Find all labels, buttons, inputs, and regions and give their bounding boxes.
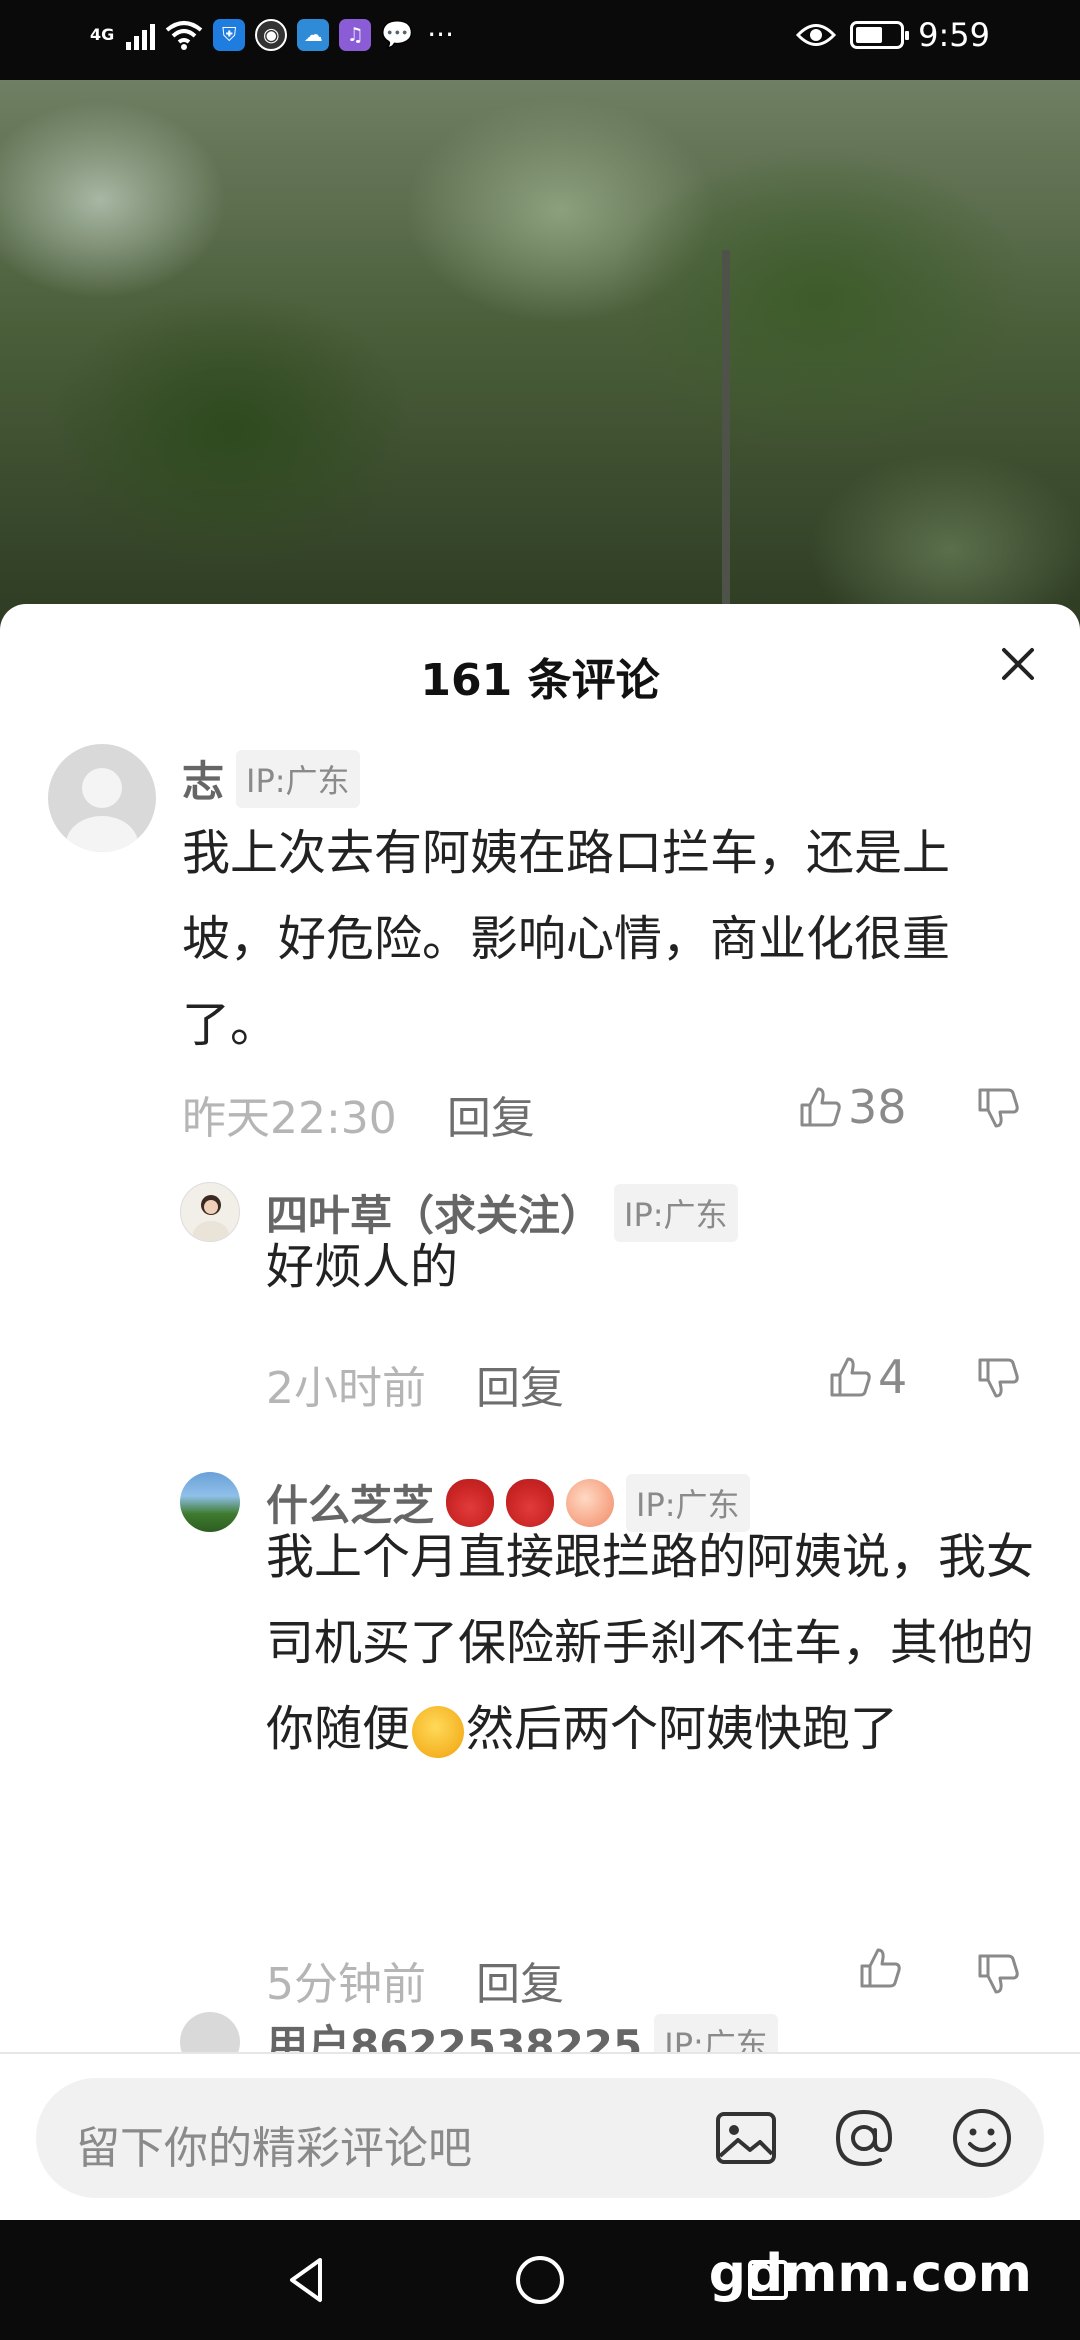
- comment-header: 志 IP:广东: [182, 748, 360, 809]
- username[interactable]: 志: [182, 748, 224, 809]
- rolling-laughing-emoji: [412, 1706, 465, 1758]
- avatar[interactable]: [180, 1472, 240, 1532]
- thumbs-down-icon[interactable]: [976, 1356, 1020, 1400]
- thumbs-up-icon: [830, 1357, 871, 1397]
- shield-app-icon: ⛨: [213, 18, 246, 51]
- thumbs-down-icon[interactable]: [976, 1086, 1020, 1130]
- comment-text: 我上次去有阿姨在路口拦车，还是上坡，好危险。影响心情，商业化很重了。: [182, 825, 951, 1053]
- mention-icon[interactable]: [830, 2104, 898, 2172]
- comment-item: 志 IP:广东 我上次去有阿姨在路口拦车，还是上坡，好危险。影响心情，商业化很重…: [0, 734, 1080, 1164]
- network-type: 4G: [90, 25, 115, 44]
- username[interactable]: 用户8622538225: [266, 2012, 642, 2054]
- like-button[interactable]: 4: [828, 1350, 907, 1404]
- like-count: 4: [878, 1350, 908, 1404]
- status-right: 9:59: [796, 16, 990, 54]
- comment-input[interactable]: 留下你的精彩评论吧: [36, 2078, 1044, 2198]
- thumbs-down-icon[interactable]: [976, 1952, 1020, 1996]
- ip-location-badge: IP:广东: [654, 2013, 778, 2054]
- home-icon[interactable]: [512, 2252, 568, 2308]
- like-button[interactable]: [858, 1946, 908, 1990]
- browser-app-icon: ◉: [255, 18, 288, 51]
- comment-text: 好烦人的: [266, 1239, 459, 1295]
- comment-input-placeholder: 留下你的精彩评论吧: [76, 2123, 472, 2174]
- like-count: 38: [848, 1080, 907, 1134]
- watermark: gdmm.com: [708, 2244, 1032, 2304]
- cloud-app-icon: ☁: [297, 18, 330, 51]
- reply-button[interactable]: 回复: [447, 1082, 535, 1146]
- clock: 9:59: [918, 16, 990, 54]
- avatar[interactable]: [48, 744, 156, 852]
- status-left: 4G ⛨ ◉ ☁ ♫ 💬 ···: [90, 18, 454, 51]
- reply-item: 什么芝芝 IP:广东 我上个月直接跟拦路的阿姨说，我女司机买了保险新手刹不住车，…: [0, 1472, 1080, 2032]
- comment-count-title: 161 条评论: [420, 655, 660, 706]
- reply-button[interactable]: 回复: [476, 1352, 564, 1416]
- eye-icon: [796, 24, 837, 46]
- video-background[interactable]: [0, 80, 1080, 680]
- comment-meta: 2小时前 回复: [266, 1352, 564, 1416]
- ip-location-badge: IP:广东: [236, 749, 360, 808]
- reply-item: 用户8622538225 IP:广东: [0, 2012, 1080, 2054]
- back-icon[interactable]: [280, 2252, 336, 2308]
- reply-button[interactable]: 回复: [476, 1948, 564, 2012]
- reply-item: 四叶草（求关注） IP:广东 好烦人的 2小时前 回复 4: [0, 1182, 1080, 1422]
- comment-sheet: 161 条评论 志 IP:广东 我上次去有阿姨在路口拦车，还是上坡，好危险。影响…: [0, 604, 1080, 2220]
- status-bar: 4G ⛨ ◉ ☁ ♫ 💬 ··· 9:59: [0, 0, 1080, 80]
- like-button[interactable]: 38: [798, 1080, 907, 1134]
- emoji-icon[interactable]: [948, 2104, 1016, 2172]
- thumbs-up-icon: [800, 1087, 841, 1127]
- system-nav-bar: gdmm.com: [0, 2220, 1080, 2340]
- comment-meta: 昨天22:30 回复: [182, 1082, 535, 1146]
- comment-time: 昨天22:30: [182, 1093, 397, 1144]
- avatar[interactable]: [180, 1182, 240, 1242]
- comment-time: 2小时前: [266, 1363, 426, 1414]
- close-icon[interactable]: [994, 640, 1042, 688]
- wifi-icon: [165, 20, 203, 50]
- wechat-icon: 💬: [381, 19, 414, 50]
- battery-icon: [850, 21, 910, 49]
- comment-meta: 5分钟前 回复: [266, 1948, 564, 2012]
- image-picker-icon[interactable]: [712, 2104, 780, 2172]
- thumbs-up-icon: [860, 1948, 901, 1988]
- music-app-icon: ♫: [339, 18, 372, 51]
- comment-text-part: 然后两个阿姨快跑了: [466, 1701, 899, 1757]
- more-notifications-icon: ···: [427, 18, 454, 51]
- comment-text: 我上个月直接跟拦路的阿姨说，我女司机买了保险新手刹不住车，其他的你随便 然后两个阿…: [266, 1514, 1036, 1772]
- avatar[interactable]: [180, 2012, 240, 2054]
- comment-list[interactable]: 志 IP:广东 我上次去有阿姨在路口拦车，还是上坡，好危险。影响心情，商业化很重…: [0, 734, 1080, 2054]
- comment-input-bar: 留下你的精彩评论吧: [0, 2052, 1080, 2220]
- comment-header: 用户8622538225 IP:广东: [266, 2012, 778, 2054]
- comment-time: 5分钟前: [266, 1959, 426, 2010]
- signal-icon: [126, 20, 156, 50]
